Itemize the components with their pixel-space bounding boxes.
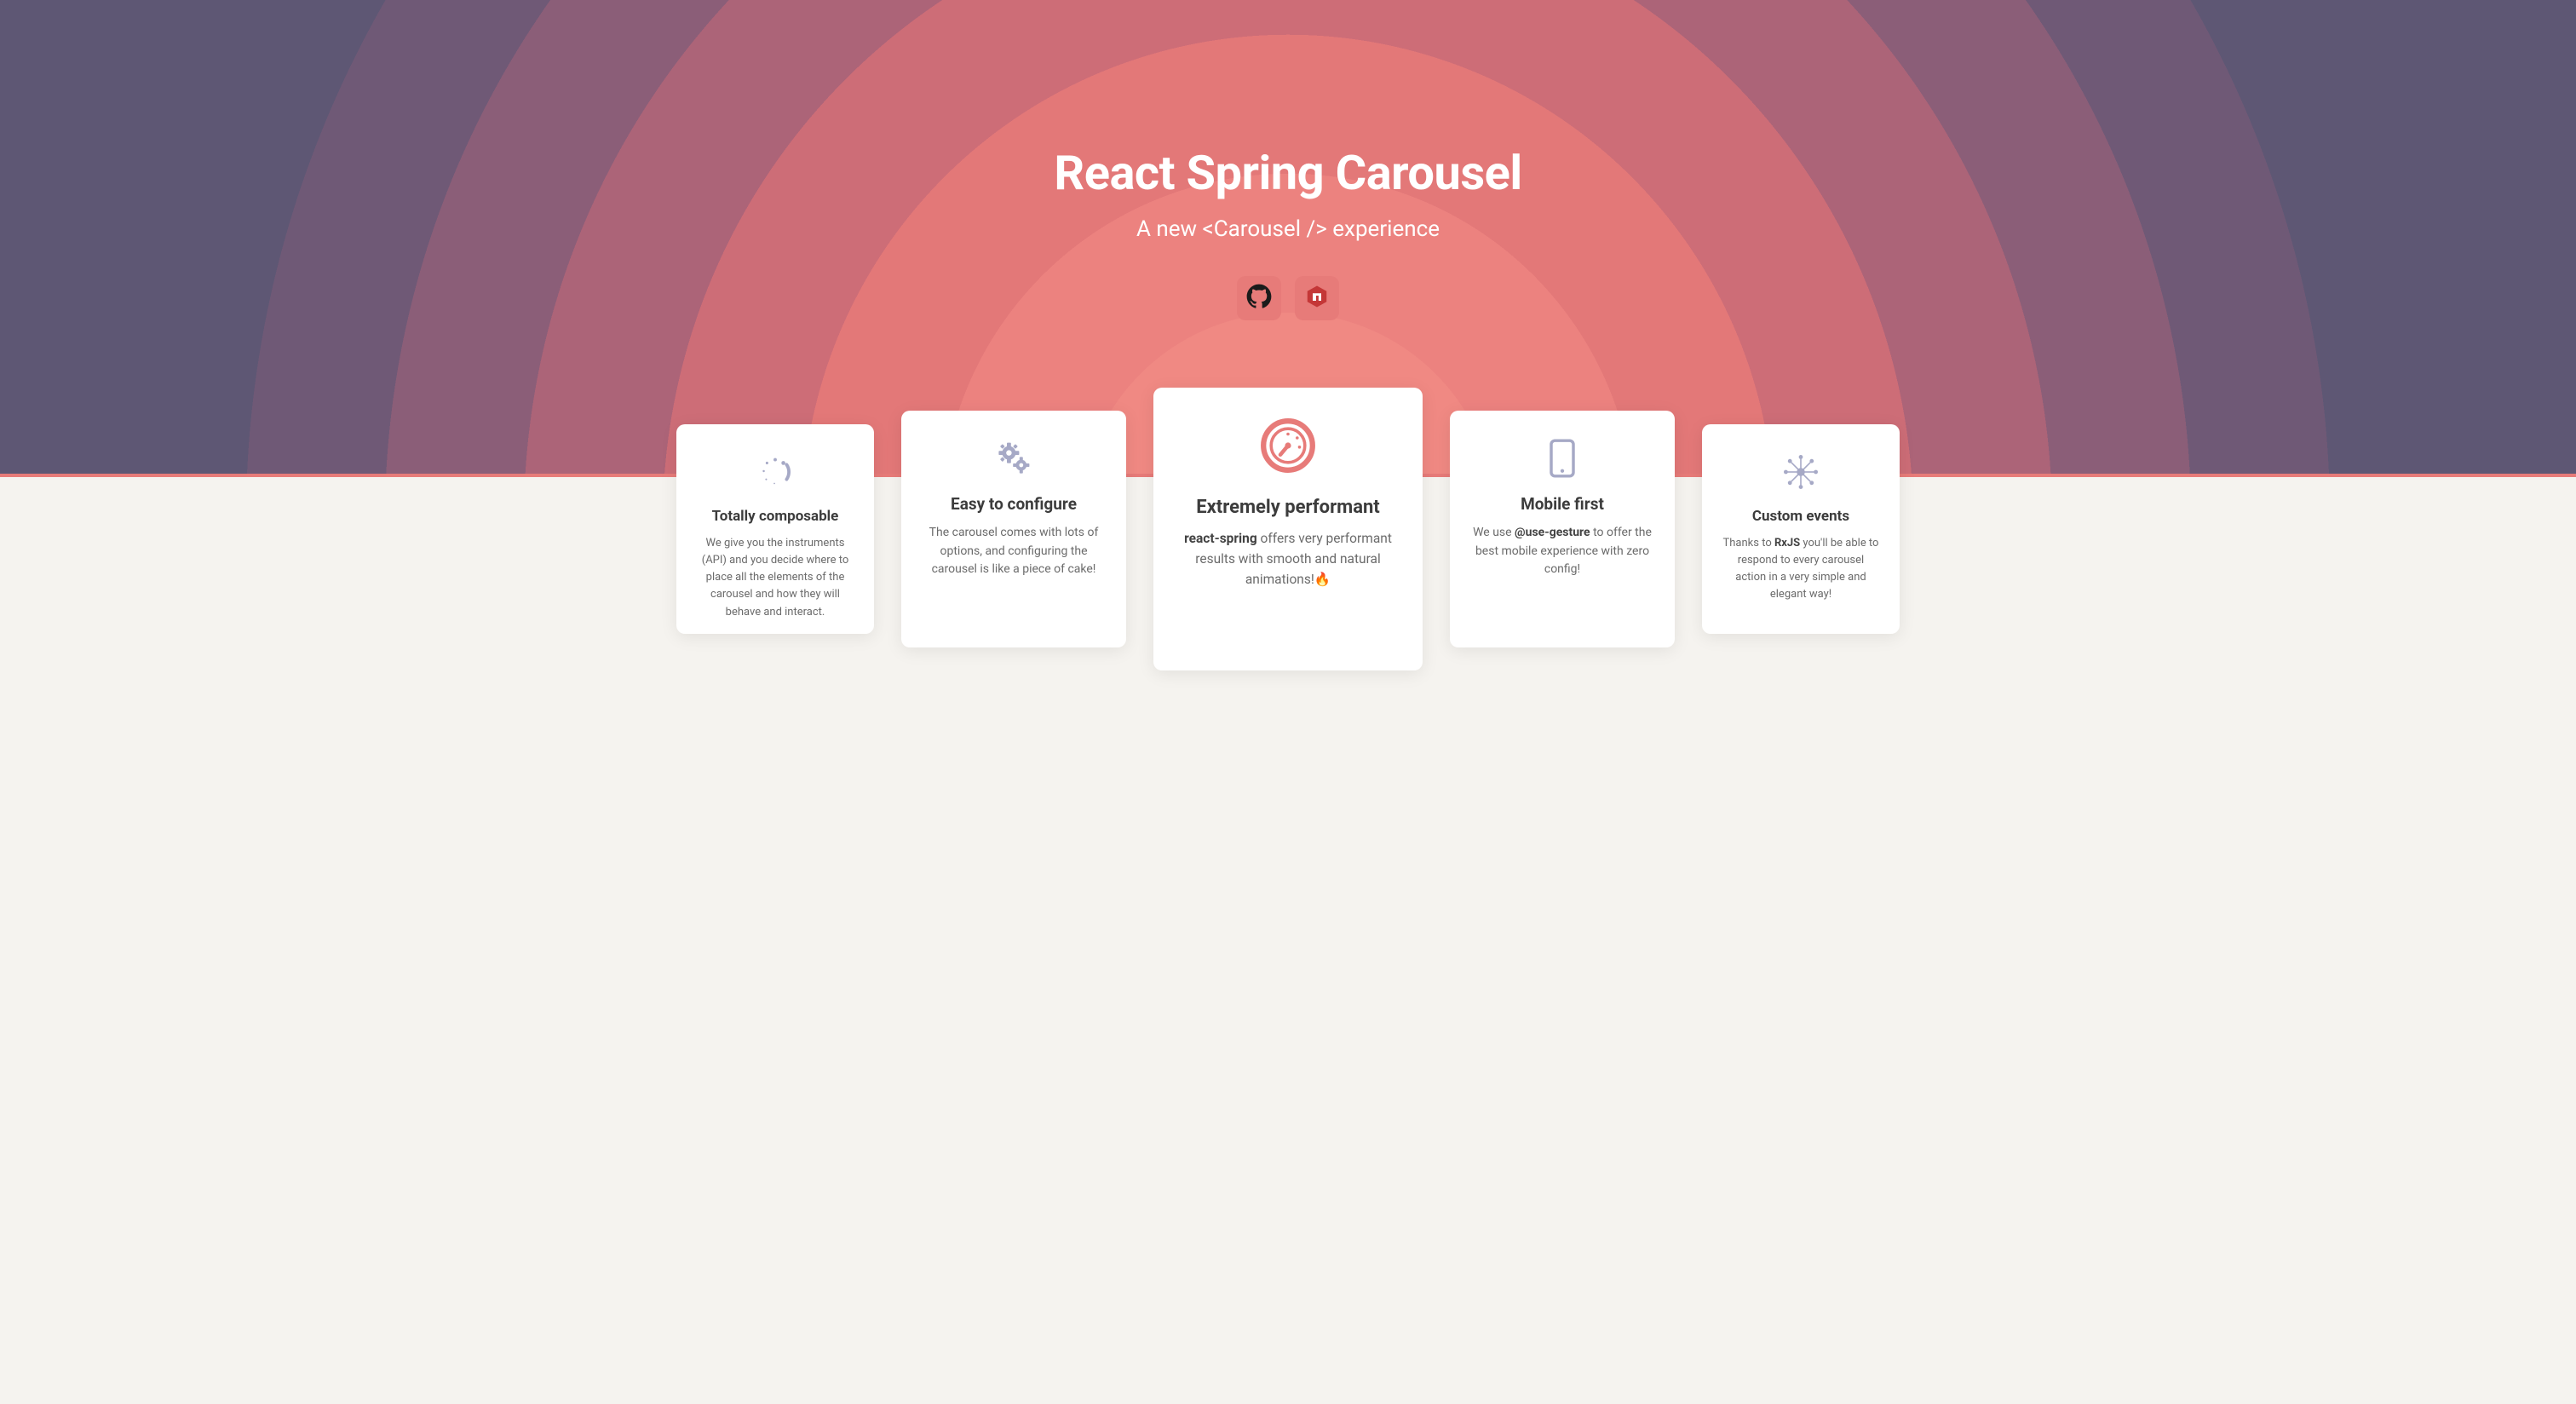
gears-icon <box>993 438 1034 479</box>
features-carousel-section: Totally composable We give you the instr… <box>0 388 2576 739</box>
card-body: The carousel comes with lots of options,… <box>922 524 1106 579</box>
hero-link-buttons <box>1054 276 1521 320</box>
card-title: Extremely performant <box>1196 497 1380 518</box>
card-body-strong: @use-gesture <box>1515 526 1590 539</box>
hero-content: React Spring Carousel A new <Carousel />… <box>1054 145 1521 320</box>
subtitle-tag: <Carousel /> <box>1203 216 1327 242</box>
spinner-icon <box>755 452 796 492</box>
gauge-icon <box>1257 415 1319 476</box>
card-body: We use @use-gesture to offer the best mo… <box>1470 524 1654 579</box>
npm-icon <box>1304 284 1330 313</box>
tablet-icon <box>1542 438 1583 479</box>
page-subtitle: A new <Carousel /> experience <box>1054 216 1521 242</box>
subtitle-suffix: experience <box>1327 216 1440 242</box>
card-body-prefix: We use <box>1473 526 1515 539</box>
card-body-strong: react-spring <box>1184 531 1257 546</box>
card-body-prefix: Thanks to <box>1723 537 1774 550</box>
card-body: Thanks to RxJS you'll be able to respond… <box>1722 535 1879 604</box>
feature-card-configure[interactable]: Easy to configure The carousel comes wit… <box>901 411 1126 647</box>
feature-card-composable[interactable]: Totally composable We give you the instr… <box>676 424 874 634</box>
card-title: Mobile first <box>1521 494 1604 514</box>
feature-card-events[interactable]: Custom events Thanks to RxJS you'll be a… <box>1702 424 1900 634</box>
npm-link[interactable] <box>1295 276 1339 320</box>
card-body: We give you the instruments (API) and yo… <box>697 535 854 621</box>
carousel-container[interactable]: Totally composable We give you the instr… <box>0 388 2576 670</box>
github-link[interactable] <box>1237 276 1281 320</box>
subtitle-prefix: A new <box>1136 216 1203 242</box>
fire-emoji: 🔥 <box>1314 572 1331 587</box>
card-body: react-spring offers very performant resu… <box>1174 528 1402 590</box>
card-title: Easy to configure <box>951 494 1077 514</box>
card-title: Custom events <box>1752 508 1849 525</box>
card-body-strong: RxJS <box>1774 537 1800 550</box>
github-icon <box>1246 284 1272 313</box>
page-title: React Spring Carousel <box>1054 145 1521 201</box>
card-title: Totally composable <box>712 508 839 525</box>
feature-card-performant[interactable]: Extremely performant react-spring offers… <box>1153 388 1423 670</box>
network-icon <box>1780 452 1821 492</box>
feature-card-mobile[interactable]: Mobile first We use @use-gesture to offe… <box>1450 411 1675 647</box>
